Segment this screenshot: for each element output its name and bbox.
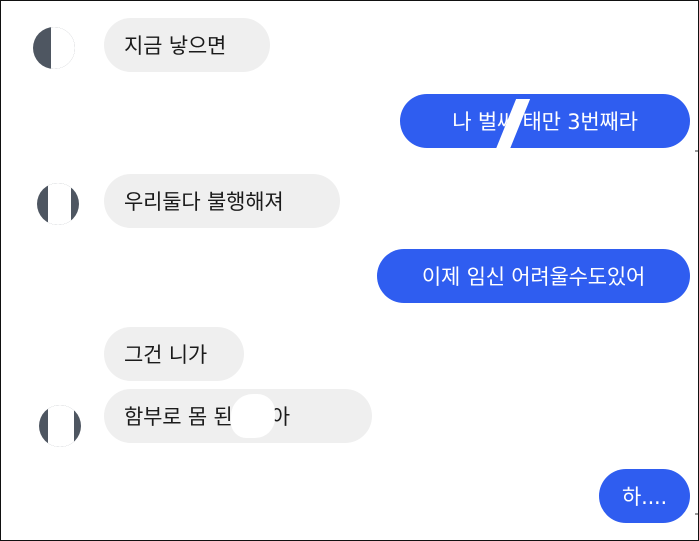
sender-avatar[interactable] <box>33 27 75 69</box>
sender-avatar[interactable] <box>39 405 81 447</box>
received-message-bubble[interactable]: 우리둘다 불행해져 <box>104 174 340 228</box>
avatar-redaction <box>48 405 74 447</box>
message-text: 나 벌써 태만 3번째라 <box>452 110 638 134</box>
scroll-indicator <box>695 150 698 152</box>
sent-message-bubble[interactable]: 하.... <box>599 469 690 523</box>
chat-screen: 지금 낳으면 나 벌써 태만 3번째라 우리둘다 불행해져 이제 임신 어려울수… <box>0 0 699 541</box>
avatar-redaction <box>51 27 75 69</box>
sent-message-bubble[interactable]: 나 벌써 태만 3번째라 <box>400 94 690 148</box>
message-text: 우리둘다 불행해져 <box>124 190 284 214</box>
avatar-redaction <box>48 183 71 225</box>
message-text: 그건 니가 <box>124 343 207 367</box>
sender-avatar[interactable] <box>37 183 79 225</box>
received-message-bubble[interactable]: 그건 니가 <box>104 327 244 381</box>
scroll-indicator <box>695 513 698 515</box>
sent-message-bubble[interactable]: 이제 임신 어려울수도있어 <box>377 249 690 303</box>
message-text: 이제 임신 어려울수도있어 <box>421 265 646 289</box>
text-redaction <box>231 394 275 438</box>
message-text: 지금 낳으면 <box>124 34 227 58</box>
message-text: 하.... <box>621 485 668 509</box>
received-message-bubble[interactable]: 지금 낳으면 <box>104 18 270 72</box>
